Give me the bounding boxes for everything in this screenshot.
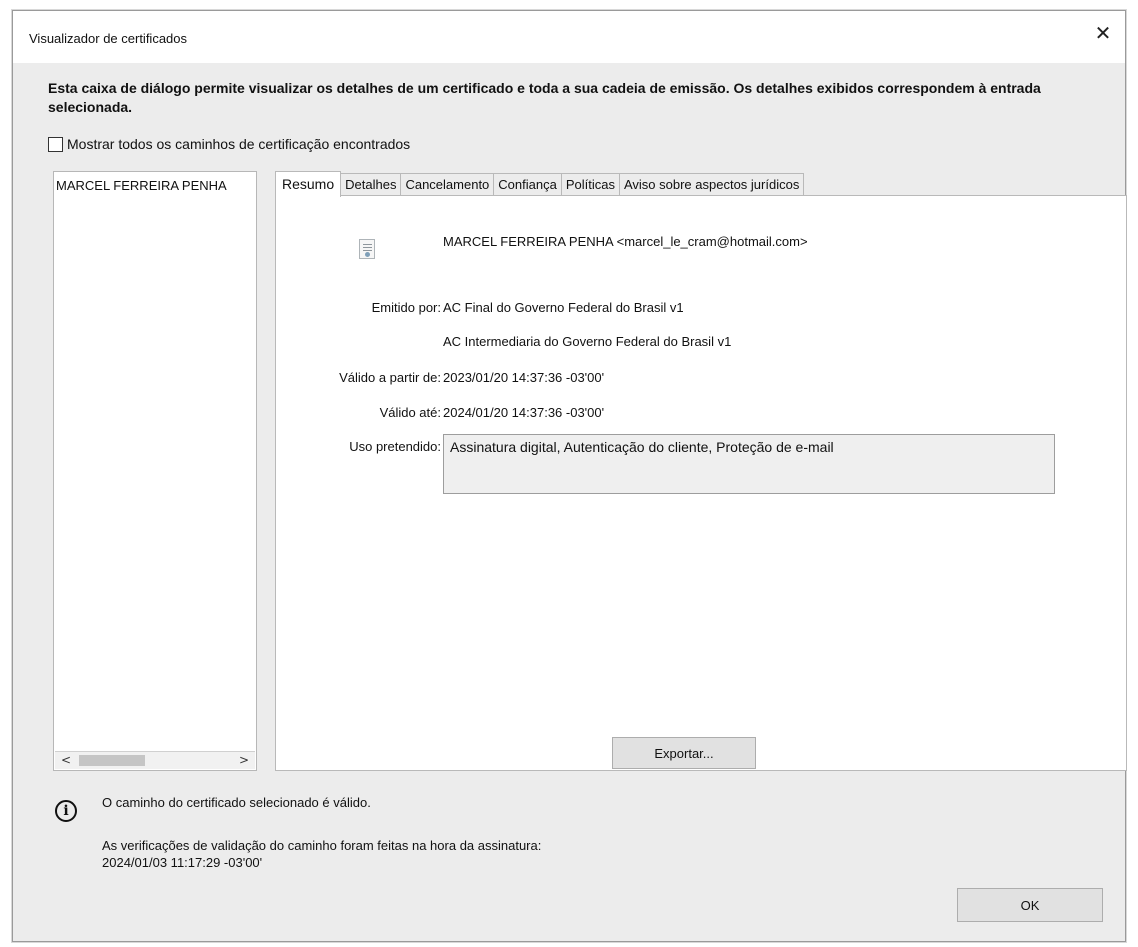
issued-by-label: Emitido por: <box>371 300 441 315</box>
export-button[interactable]: Exportar... <box>612 737 756 769</box>
close-icon[interactable]: ✕ <box>1089 19 1117 47</box>
scroll-right-icon[interactable]: > <box>235 752 253 769</box>
intended-use-label: Uso pretendido: <box>349 439 441 454</box>
validation-time-text: As verificações de validação do caminho … <box>102 838 542 853</box>
certificate-tree-panel: MARCEL FERREIRA PENHA < > <box>53 171 257 771</box>
tab-cancelamento[interactable]: Cancelamento <box>400 173 495 196</box>
show-all-paths-option[interactable]: Mostrar todos os caminhos de certificaçã… <box>48 135 410 153</box>
window-title: Visualizador de certificados <box>29 31 188 46</box>
scroll-left-icon[interactable]: < <box>57 752 75 769</box>
dialog-description: Esta caixa de diálogo permite visualizar… <box>48 80 1041 115</box>
show-all-paths-checkbox[interactable] <box>48 136 63 152</box>
issued-by-intermediate: AC Intermediaria do Governo Federal do B… <box>443 334 732 349</box>
scrollbar-thumb[interactable] <box>79 755 145 766</box>
title-bar: Visualizador de certificados ✕ <box>13 11 1125 63</box>
tab-politicas[interactable]: Políticas <box>560 173 620 196</box>
ok-button[interactable]: OK <box>957 888 1103 922</box>
show-all-paths-label[interactable]: Mostrar todos os caminhos de certificaçã… <box>67 136 410 152</box>
certificate-viewer-dialog: Visualizador de certificados ✕ Esta caix… <box>12 10 1127 942</box>
info-icon: i <box>55 800 77 822</box>
valid-from-label: Válido a partir de: <box>339 370 441 385</box>
summary-panel: MARCEL FERREIRA PENHA <marcel_le_cram@ho… <box>275 195 1127 771</box>
tab-resumo[interactable]: Resumo <box>275 171 342 197</box>
tab-aviso-juridico[interactable]: Aviso sobre aspectos jurídicos <box>618 173 805 196</box>
valid-to-value: 2024/01/20 14:37:36 -03'00' <box>443 405 605 420</box>
path-status-message: O caminho do certificado selecionado é v… <box>102 795 371 810</box>
valid-to-label: Válido até: <box>379 405 441 420</box>
validation-time-note: As verificações de validação do caminho … <box>102 837 541 871</box>
issued-by-value: AC Final do Governo Federal do Brasil v1 <box>443 300 684 315</box>
horizontal-scrollbar[interactable]: < > <box>55 751 255 769</box>
certificate-icon <box>359 239 375 259</box>
tab-detalhes[interactable]: Detalhes <box>340 173 402 196</box>
intended-use-field[interactable]: Assinatura digital, Autenticação do clie… <box>443 434 1055 494</box>
tab-bar: Resumo Detalhes Cancelamento Confiança P… <box>275 171 805 197</box>
valid-from-value: 2023/01/20 14:37:36 -03'00' <box>443 370 605 385</box>
tab-confianca[interactable]: Confiança <box>493 173 562 196</box>
tree-item-certificate[interactable]: MARCEL FERREIRA PENHA <box>55 178 255 196</box>
certificate-subject: MARCEL FERREIRA PENHA <marcel_le_cram@ho… <box>443 234 808 249</box>
validation-timestamp: 2024/01/03 11:17:29 -03'00' <box>102 855 263 870</box>
